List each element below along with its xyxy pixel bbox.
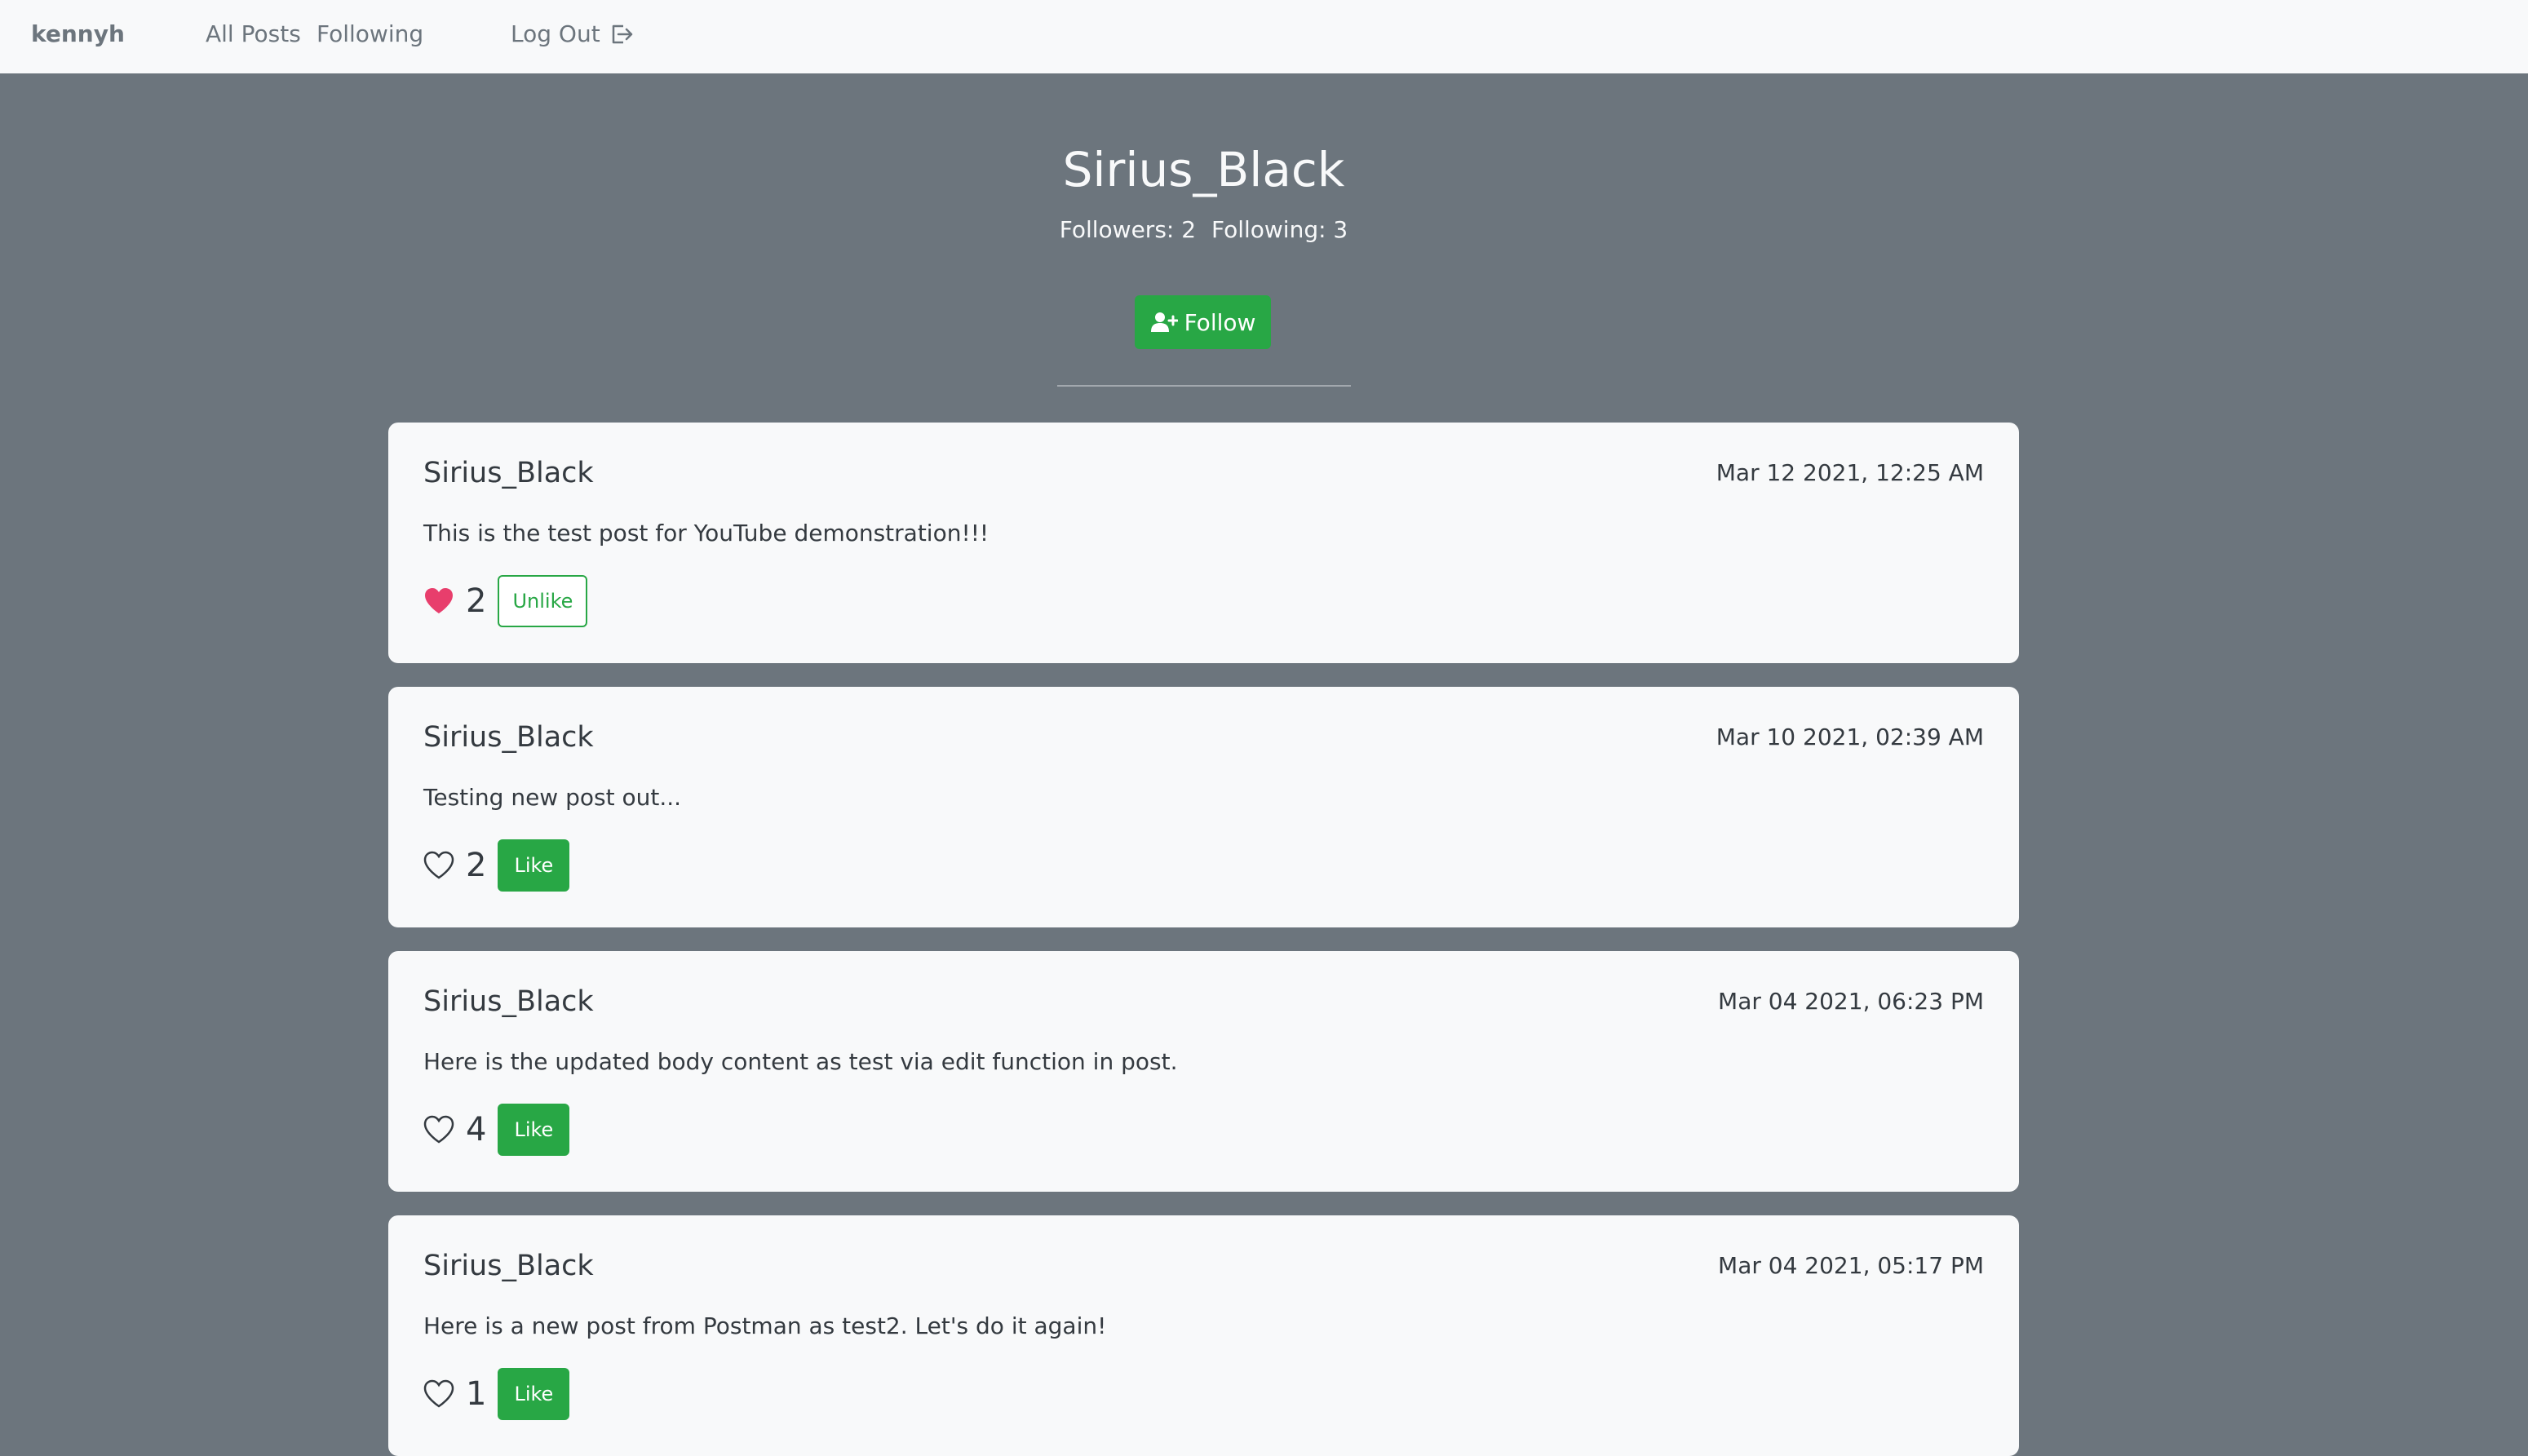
heart-outline-icon[interactable]: [423, 1115, 454, 1144]
profile-stats: Followers: 2 Following: 3: [0, 215, 2407, 245]
like-button[interactable]: Like: [498, 839, 570, 892]
post-card: Sirius_Black Mar 04 2021, 06:23 PM Here …: [388, 951, 2019, 1192]
follow-button[interactable]: Follow: [1135, 295, 1271, 349]
unlike-button[interactable]: Unlike: [498, 575, 588, 627]
user-plus-icon: [1150, 312, 1178, 332]
post-date: Mar 12 2021, 12:25 AM: [1716, 459, 1984, 486]
follow-button-label: Follow: [1184, 308, 1256, 336]
heart-filled-icon[interactable]: [423, 586, 454, 616]
nav-logout[interactable]: Log Out: [511, 20, 635, 49]
post-actions: 2 Like: [423, 839, 570, 892]
profile-divider: [1057, 385, 1351, 387]
post-date: Mar 04 2021, 05:17 PM: [1718, 1252, 1984, 1279]
post-body: This is the test post for YouTube demons…: [423, 520, 990, 547]
followers-count: Followers: 2: [1059, 216, 1197, 243]
following-count: Following: 3: [1211, 216, 1348, 243]
post-author[interactable]: Sirius_Black: [423, 719, 594, 755]
like-count: 1: [466, 1375, 487, 1413]
nav-all-posts[interactable]: All Posts: [206, 20, 301, 49]
post-actions: 1 Like: [423, 1367, 570, 1421]
like-button[interactable]: Like: [498, 1104, 570, 1156]
post-date: Mar 04 2021, 06:23 PM: [1718, 988, 1984, 1015]
post-author[interactable]: Sirius_Black: [423, 1248, 594, 1284]
logout-icon: [612, 24, 632, 44]
post-actions: 2 Unlike: [423, 574, 588, 628]
post-author[interactable]: Sirius_Black: [423, 984, 594, 1020]
post-body: Testing new post out...: [423, 784, 682, 811]
post-card: Sirius_Black Mar 10 2021, 02:39 AM Testi…: [388, 687, 2019, 927]
post-actions: 4 Like: [423, 1103, 570, 1157]
like-button[interactable]: Like: [498, 1368, 570, 1420]
nav-following[interactable]: Following: [317, 20, 423, 49]
navbar: kennyh All Posts Following Log Out: [0, 0, 2528, 73]
brand-username[interactable]: kennyh: [31, 20, 125, 49]
logout-label: Log Out: [511, 20, 600, 47]
like-count: 2: [466, 847, 487, 884]
post-card: Sirius_Black Mar 04 2021, 05:17 PM Here …: [388, 1215, 2019, 1456]
post-author[interactable]: Sirius_Black: [423, 455, 594, 491]
like-count: 2: [466, 582, 487, 620]
profile-username: Sirius_Black: [1062, 142, 1345, 197]
like-count: 4: [466, 1111, 487, 1148]
post-body: Here is the updated body content as test…: [423, 1048, 1178, 1075]
heart-outline-icon[interactable]: [423, 1379, 454, 1409]
post-card: Sirius_Black Mar 12 2021, 12:25 AM This …: [388, 423, 2019, 663]
post-body: Here is a new post from Postman as test2…: [423, 1312, 1107, 1339]
heart-outline-icon[interactable]: [423, 851, 454, 880]
post-date: Mar 10 2021, 02:39 AM: [1716, 724, 1984, 750]
